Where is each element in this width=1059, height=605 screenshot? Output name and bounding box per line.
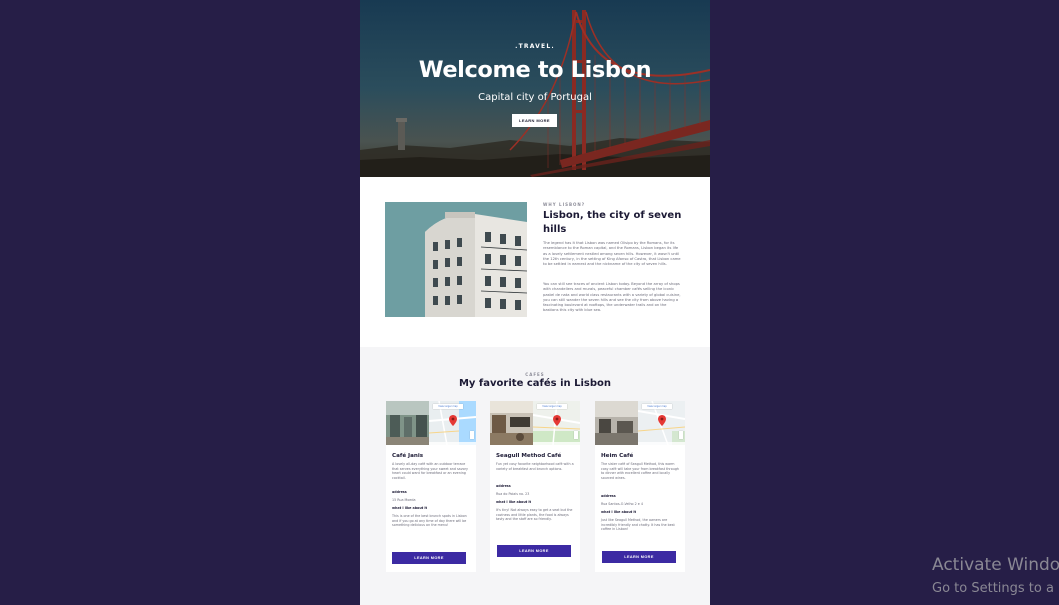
lisbon-building-photo xyxy=(385,202,527,317)
hero-title: Welcome to Lisbon xyxy=(418,57,652,83)
about-paragraph-2: You can still see traces of ancient Lisb… xyxy=(543,282,681,313)
cafe-map[interactable]: View larger map xyxy=(533,401,580,445)
cafe-name: Café Janis xyxy=(392,453,424,459)
cafe-description: Fun yet cosy favorite neighborhood café … xyxy=(496,462,574,471)
map-pin-icon xyxy=(553,415,561,426)
hero-bridge-image xyxy=(360,0,710,177)
cafe-card-seagull-method: View larger map Seagull Method Café Fun … xyxy=(490,401,580,572)
hero-learn-more-button[interactable]: LEARN MORE xyxy=(512,114,557,127)
cafe-card-heim: View larger map Heim Café The sister caf… xyxy=(595,401,685,572)
cafe-address-label: address xyxy=(601,494,616,498)
map-pin-icon xyxy=(449,415,457,426)
cafe-address: Rua Santos-O-Velho 2 e 4 xyxy=(601,502,643,506)
cafes-kicker: CAFES xyxy=(525,372,545,377)
cafe-address: Rua do Poiais no. 23 xyxy=(496,492,530,496)
map-footer xyxy=(429,442,476,445)
cafe-name: Seagull Method Café xyxy=(496,453,562,459)
card-media: View larger map xyxy=(595,401,685,445)
map-zoom-control[interactable] xyxy=(574,431,578,439)
cafes-section: CAFES My favorite cafés in Lisbon View l… xyxy=(360,347,710,605)
cafe-address-label: address xyxy=(496,484,511,488)
cafe-description: The sister café of Seagull Method, this … xyxy=(601,462,679,480)
cafe-about: Just like Seagull Method, the owners are… xyxy=(601,518,675,532)
view-larger-map-link[interactable]: View larger map xyxy=(537,404,567,409)
windows-activation-watermark-subtitle: Go to Settings to a xyxy=(932,581,1054,596)
view-larger-map-link[interactable]: View larger map xyxy=(642,404,672,409)
cafe-about-label: what I like about it xyxy=(496,500,532,504)
map-footer xyxy=(533,442,580,445)
cafe-photo xyxy=(595,401,638,445)
cafe-about-label: what I like about it xyxy=(601,510,637,514)
windows-activation-watermark-title: Activate Windo xyxy=(932,555,1059,575)
map-zoom-control[interactable] xyxy=(470,431,474,439)
about-section: WHY LISBON? Lisbon, the city of seven hi… xyxy=(360,177,710,347)
cafe-learn-more-button[interactable]: LEARN MORE xyxy=(602,551,676,563)
about-kicker: WHY LISBON? xyxy=(543,202,586,207)
cafe-description: A lovely all-day café with an outdoor te… xyxy=(392,462,468,480)
cafe-about-label: what I like about it xyxy=(392,506,428,510)
card-media: View larger map xyxy=(490,401,580,445)
cafe-photo xyxy=(490,401,533,445)
cafe-photo xyxy=(386,401,429,445)
about-title: Lisbon, the city of seven hills xyxy=(543,210,682,235)
about-paragraph-1: The legend has it that Lisbon was named … xyxy=(543,241,681,267)
cafes-title: My favorite cafés in Lisbon xyxy=(458,378,611,389)
webpage: .TRAVEL. Welcome to Lisbon Capital city … xyxy=(360,0,710,605)
cafe-map[interactable]: View larger map xyxy=(638,401,685,445)
cafe-address-label: address xyxy=(392,490,407,494)
view-larger-map-link[interactable]: View larger map xyxy=(433,404,463,409)
cafe-learn-more-button[interactable]: LEARN MORE xyxy=(392,552,466,564)
hero-kicker: .TRAVEL. xyxy=(515,43,555,50)
map-pin-icon xyxy=(658,415,666,426)
map-footer xyxy=(638,442,685,445)
cafe-about: This is one of the best brunch spots in … xyxy=(392,514,467,528)
cafe-about: It's tiny! Not always easy to get a seat… xyxy=(496,508,573,522)
cafe-learn-more-button[interactable]: LEARN MORE xyxy=(497,545,571,557)
card-media: View larger map xyxy=(386,401,476,445)
cafe-name: Heim Café xyxy=(601,453,634,459)
cafe-address: 15 Rua Moeda xyxy=(392,498,416,502)
hero-subtitle: Capital city of Portugal xyxy=(478,92,592,103)
hero-section: .TRAVEL. Welcome to Lisbon Capital city … xyxy=(360,0,710,177)
cafe-map[interactable]: View larger map xyxy=(429,401,476,445)
cafe-card-janis: View larger map Café Janis A lovely all-… xyxy=(386,401,476,572)
map-zoom-control[interactable] xyxy=(679,431,683,439)
